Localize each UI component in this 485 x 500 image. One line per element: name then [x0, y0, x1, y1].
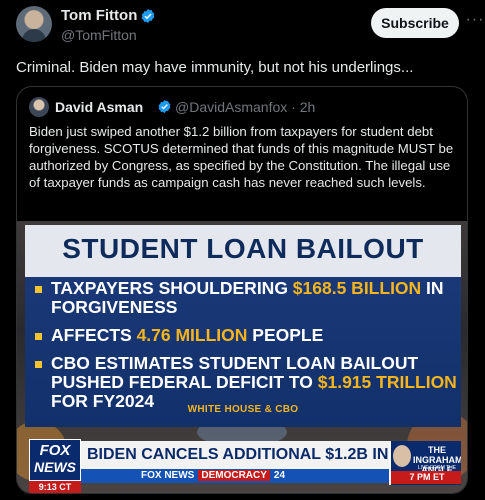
author-handle[interactable]: @TomFitton: [61, 27, 137, 43]
bullet-highlight: $1.915 TRILLION: [317, 372, 457, 392]
fox-news-logo: FOX NEWS: [29, 439, 81, 481]
bullet-text: TAXPAYERS SHOULDERING: [51, 278, 293, 298]
more-options-icon[interactable]: ···: [465, 10, 485, 34]
author-line[interactable]: Tom Fitton: [61, 7, 156, 25]
logo-line2: NEWS: [34, 459, 76, 475]
quoted-avatar[interactable]: [29, 97, 49, 117]
verified-badge-icon: [158, 99, 171, 114]
subscribe-button[interactable]: Subscribe: [371, 8, 459, 38]
student-loan-graphic: STUDENT LOAN BAILOUT TAXPAYERS SHOULDERI…: [25, 225, 461, 427]
graphic-source: WHITE HOUSE & CBO: [187, 404, 299, 415]
graphic-title-band: STUDENT LOAN BAILOUT: [25, 225, 461, 277]
author-name[interactable]: Tom Fitton: [61, 7, 137, 24]
graphic-title: STUDENT LOAN BAILOUT: [62, 233, 424, 264]
bullet-text: AFFECTS: [51, 325, 137, 345]
graphic-bullets: TAXPAYERS SHOULDERING $168.5 BILLION IN …: [33, 279, 457, 420]
bullet-deficit: CBO ESTIMATES STUDENT LOAN BAILOUT PUSHE…: [33, 354, 457, 411]
post-header: Tom Fitton @TomFitton Subscribe ···: [16, 6, 483, 46]
post-text: Criminal. Biden may have immunity, but n…: [16, 59, 414, 76]
host-photo: [393, 445, 411, 467]
verified-badge-icon: [142, 8, 155, 23]
bullet-marker-icon: [35, 286, 42, 293]
ticker-site: FOX NEWS: [141, 470, 195, 481]
ticker-tag: DEMOCRACY: [198, 470, 270, 481]
quoted-author-name[interactable]: David Asman: [55, 99, 143, 115]
bullet-highlight: 4.76 MILLION: [136, 325, 248, 345]
logo-line1: FOX: [39, 442, 71, 459]
news-chyron: FOX NEWS 9:13 CT BIDEN CANCELS ADDITIONA…: [17, 435, 467, 493]
quoted-post[interactable]: David Asman @DavidAsmanfox · 2h Biden ju…: [16, 86, 468, 494]
bullet-affected: AFFECTS 4.76 MILLION PEOPLE: [33, 326, 457, 345]
chyron-headline: BIDEN CANCELS ADDITIONAL $1.2B IN STUDEN…: [81, 441, 389, 469]
bullet-forgiveness: TAXPAYERS SHOULDERING $168.5 BILLION IN …: [33, 279, 457, 317]
quoted-post-header: David Asman @DavidAsmanfox · 2h: [29, 97, 449, 117]
bullet-text: PEOPLE: [247, 325, 324, 345]
bullet-marker-icon: [35, 361, 42, 368]
broadcast-clock: 9:13 CT: [29, 481, 81, 493]
avatar[interactable]: [16, 6, 52, 42]
video-still[interactable]: STUDENT LOAN BAILOUT TAXPAYERS SHOULDERI…: [17, 221, 467, 493]
show-promo: THE INGRAHAM ANGLE LIVE FROM THE RNC 7 P…: [389, 441, 461, 485]
news-ticker: FOX NEWS DEMOCRACY 24: [81, 469, 389, 483]
promo-time: 7 PM ET: [391, 471, 461, 484]
quoted-handle-time: @DavidAsmanfox · 2h: [175, 99, 316, 115]
ticker-number: 24: [273, 470, 286, 481]
bullet-highlight: $168.5 BILLION: [292, 278, 422, 298]
bullet-marker-icon: [35, 333, 42, 340]
quoted-post-text: Biden just swiped another $1.2 billion f…: [29, 124, 454, 190]
